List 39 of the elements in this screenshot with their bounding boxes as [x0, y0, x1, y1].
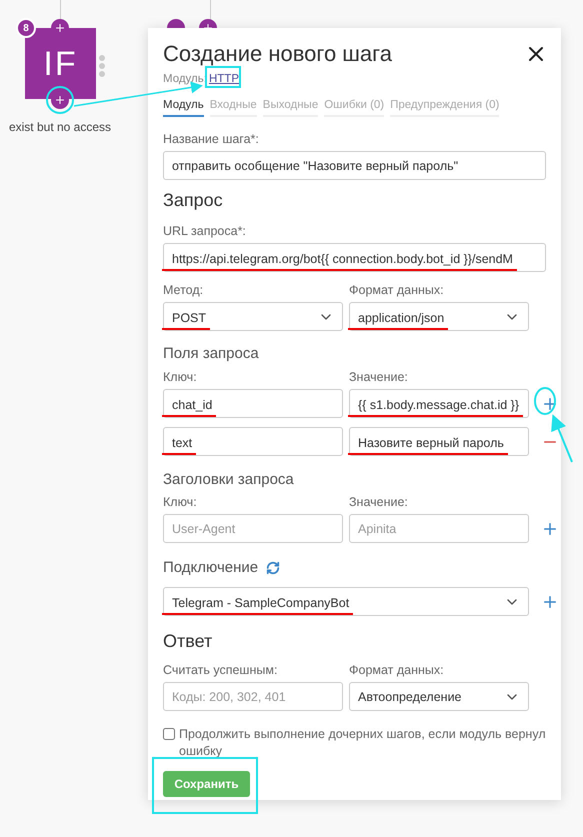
input-field[interactable]: chat_id [163, 389, 343, 418]
field-label: URL запроса*: [163, 224, 247, 238]
field-label: Ключ: [163, 495, 198, 509]
section-heading: Ответ [163, 630, 214, 652]
module-label: Модуль: [163, 72, 207, 86]
field-label: Ключ: [163, 370, 198, 384]
refresh-icon[interactable] [266, 561, 280, 575]
select-field[interactable]: Автоопределение [349, 682, 529, 711]
highlight-circle [46, 86, 74, 114]
input-field[interactable]: отправить особщение "Назовите верный пароль" [163, 151, 546, 180]
subsection-heading: Заголовки запроса [163, 471, 295, 489]
input-field[interactable]: {{ s1.body.message.chat.id }} [349, 389, 529, 418]
dialog-title: Создание нового шага [163, 41, 392, 67]
select-field[interactable]: POST [163, 302, 343, 331]
node-caption: exist but no access [8, 120, 112, 134]
field-label: Метод: [163, 283, 204, 297]
select-field[interactable]: application/json [349, 302, 529, 331]
field-label: Значение: [349, 495, 409, 509]
select-field[interactable]: Telegram - SampleCompanyBot [163, 587, 529, 616]
subsection-heading: Поля запроса [163, 345, 260, 363]
checkbox-label: Продолжить выполнение дочерних шагов, если модуль вернул ошибку [179, 726, 546, 760]
section-heading: Запрос [163, 189, 224, 211]
input-field[interactable]: text [163, 427, 343, 456]
annotation-arrow [551, 414, 573, 462]
input-field[interactable]: https://api.telegram.org/bot{{ connection.body.bot_id }}/sendM [163, 243, 546, 272]
field-label: Значение: [349, 370, 409, 384]
module-link[interactable]: HTTP [208, 72, 239, 86]
field-label: Формат данных: [349, 283, 445, 297]
field-label: Считать успешным: [163, 663, 278, 677]
count-badge: 8 [16, 18, 36, 38]
checkbox[interactable] [163, 728, 175, 740]
tab[interactable]: Модуль [163, 96, 204, 117]
field-label: Формат данных: [349, 663, 445, 677]
subsection-heading: Подключение [163, 559, 258, 577]
highlight-box [205, 66, 241, 88]
input-field[interactable]: Назовите верный пароль [349, 427, 529, 456]
highlight-circle [534, 387, 556, 415]
field-label: Название шага*: [163, 132, 260, 146]
node-label: IF [43, 44, 78, 84]
